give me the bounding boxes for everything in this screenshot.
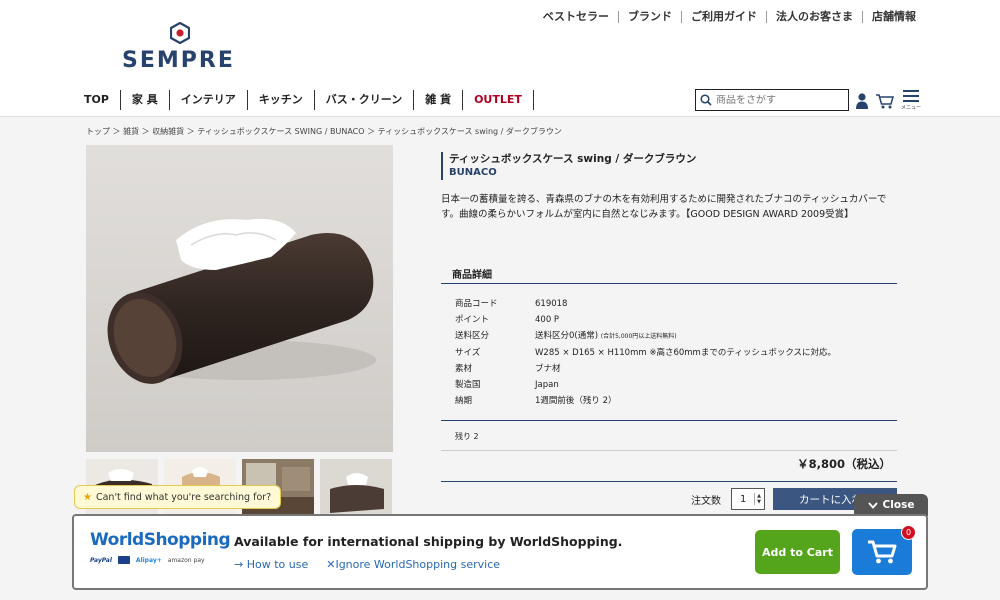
user-icon[interactable] (855, 92, 869, 110)
spec-value: 1週間前後（残り 2） (535, 396, 617, 406)
top-link-corporate[interactable]: 法人のお客さま (767, 11, 863, 23)
ws-close-label: Close (882, 499, 915, 511)
product-title: ティッシュボックスケース swing / ダークブラウン (449, 153, 697, 165)
ws-tooltip-text: Can't find what you're searching for? (95, 491, 272, 503)
spec-row: 素材 ブナ材 (455, 361, 836, 377)
ws-links: → How to use ✕Ignore WorldShopping servi… (234, 558, 500, 571)
spec-row: 納期 1週間前後（残り 2） (455, 393, 836, 409)
top-link-stores[interactable]: 店舗情報 (863, 11, 916, 23)
nav-goods[interactable]: 雑 貨 (414, 90, 464, 110)
stock-text: 残り 2 (455, 432, 479, 441)
thumbnail-4[interactable] (320, 459, 392, 515)
product-price: ￥8,800（税込） (797, 457, 891, 471)
ws-ignore-link[interactable]: ✕Ignore WorldShopping service (326, 558, 500, 571)
header-icons: メニュー (855, 90, 921, 111)
spec-label: 素材 (455, 364, 473, 374)
spec-value: 619018 (535, 299, 568, 309)
logo-wordmark: SEMPRE (122, 48, 235, 73)
main-nav: TOP 家 具 インテリア キッチン バス・クリーン 雑 貨 OUTLET (84, 90, 534, 110)
spec-row: サイズ W285 × D165 × H110mm ※高さ60mmまでのティッシュ… (455, 345, 836, 361)
top-link-bestseller[interactable]: ベストセラー (534, 11, 619, 23)
spec-row: ポイント 400 P (455, 312, 836, 328)
search-box[interactable] (695, 89, 849, 111)
spec-label: ポイント (455, 315, 490, 325)
arrow-right-icon: → (234, 558, 247, 571)
spec-value-wrap: 送料区分0(通常) (合計5,000円以上送料無料) (535, 328, 677, 345)
spec-table: 商品コード 619018 ポイント 400 P 送料区分 送料区分0(通常) (… (455, 296, 836, 409)
spec-note: (合計5,000円以上送料無料) (600, 333, 677, 340)
stepper-down-icon[interactable]: ▼ (757, 499, 761, 505)
ws-how-to-use-label: How to use (246, 558, 309, 571)
ws-how-to-use-link[interactable]: → How to use (234, 558, 308, 571)
stock-status: 残り 2 (441, 420, 897, 451)
top-links: ベストセラー ブランド ご利用ガイド 法人のお客さま 店舗情報 (534, 11, 916, 23)
ws-panel: WorldShopping PayPal Alipay+ amazon pay … (72, 514, 928, 590)
spec-row: 商品コード 619018 (455, 296, 836, 312)
product-description: 日本一の蓄積量を誇る、青森県のブナの木を有効利用するために開発されたブナコのティ… (441, 194, 887, 220)
spec-label: 製造国 (455, 380, 481, 390)
top-link-guide[interactable]: ご利用ガイド (682, 11, 767, 23)
search-input[interactable] (712, 94, 842, 106)
breadcrumb[interactable]: トップ ＞ 雑貨 ＞ 収納雑貨 ＞ ティッシュボックスケース SWING / B… (86, 126, 562, 137)
spec-value: ブナ材 (535, 364, 561, 374)
spec-value: 送料区分0(通常) (535, 331, 599, 341)
card-icon (117, 556, 130, 564)
nav-kitchen[interactable]: キッチン (248, 90, 315, 110)
nav-outlet[interactable]: OUTLET (463, 90, 534, 110)
chevron-down-icon (867, 501, 878, 509)
quantity-stepper[interactable]: 1 ▲ ▼ (731, 488, 765, 510)
stepper-arrows[interactable]: ▲ ▼ (754, 493, 761, 505)
alipay-logo: Alipay+ (135, 556, 162, 564)
ws-search-tooltip[interactable]: ★ Can't find what you're searching for? (74, 485, 282, 509)
ws-message: Available for international shipping by … (234, 534, 623, 549)
quantity-value[interactable]: 1 (740, 494, 746, 505)
spec-label: 送料区分 (455, 331, 490, 341)
ws-cart-count-badge: 0 (901, 525, 916, 540)
nav-top[interactable]: TOP (84, 90, 121, 110)
product-brand[interactable]: BUNACO (449, 166, 897, 180)
hamburger-icon (903, 90, 919, 102)
spec-label: 商品コード (455, 299, 498, 309)
details-heading: 商品詳細 (441, 259, 897, 284)
menu-label: メニュー (901, 105, 922, 111)
ws-add-to-cart-button[interactable]: Add to Cart (755, 530, 840, 574)
spec-value: 400 P (535, 315, 560, 325)
nav-furniture[interactable]: 家 具 (121, 90, 170, 110)
ws-close-button[interactable]: Close (854, 494, 928, 516)
price-divider (441, 481, 897, 482)
product-info: ティッシュボックスケース swing / ダークブラウン BUNACO 日本一の… (441, 152, 897, 222)
nav-bath-clean[interactable]: バス・クリーン (315, 90, 415, 110)
tissue-box-image (86, 145, 393, 452)
ws-logo: WorldShopping PayPal Alipay+ amazon pay (90, 530, 231, 564)
thumbnail-image (320, 459, 392, 515)
site-logo[interactable]: SEMPRE (122, 22, 235, 73)
spec-label: 納期 (455, 396, 473, 406)
ws-ignore-label: Ignore WorldShopping service (335, 558, 501, 571)
spec-label: サイズ (455, 348, 481, 358)
ws-wordmark: WorldShopping (90, 530, 231, 550)
menu-button[interactable]: メニュー (901, 90, 921, 111)
logo-hexagon-icon (170, 22, 190, 44)
paypal-logo: PayPal (90, 556, 112, 564)
amazon-pay-logo: amazon pay (167, 556, 205, 564)
ws-payment-methods: PayPal Alipay+ amazon pay (90, 556, 220, 564)
product-main-image[interactable] (86, 145, 393, 452)
star-icon: ★ (83, 491, 92, 503)
cart-icon[interactable] (875, 92, 895, 110)
spec-row: 送料区分 送料区分0(通常) (合計5,000円以上送料無料) (455, 328, 836, 345)
top-link-brand[interactable]: ブランド (619, 11, 682, 23)
shopping-cart-icon (868, 540, 897, 564)
nav-interior[interactable]: インテリア (170, 90, 248, 110)
quantity-label: 注文数 (691, 496, 721, 507)
spec-value: Japan (535, 380, 559, 390)
spec-row: 製造国 Japan (455, 377, 836, 393)
search-icon[interactable] (700, 94, 712, 106)
spec-value: W285 × D165 × H110mm ※高さ60mmまでのティッシュボックス… (535, 348, 837, 358)
product-title-block: ティッシュボックスケース swing / ダークブラウン BUNACO (441, 152, 897, 180)
